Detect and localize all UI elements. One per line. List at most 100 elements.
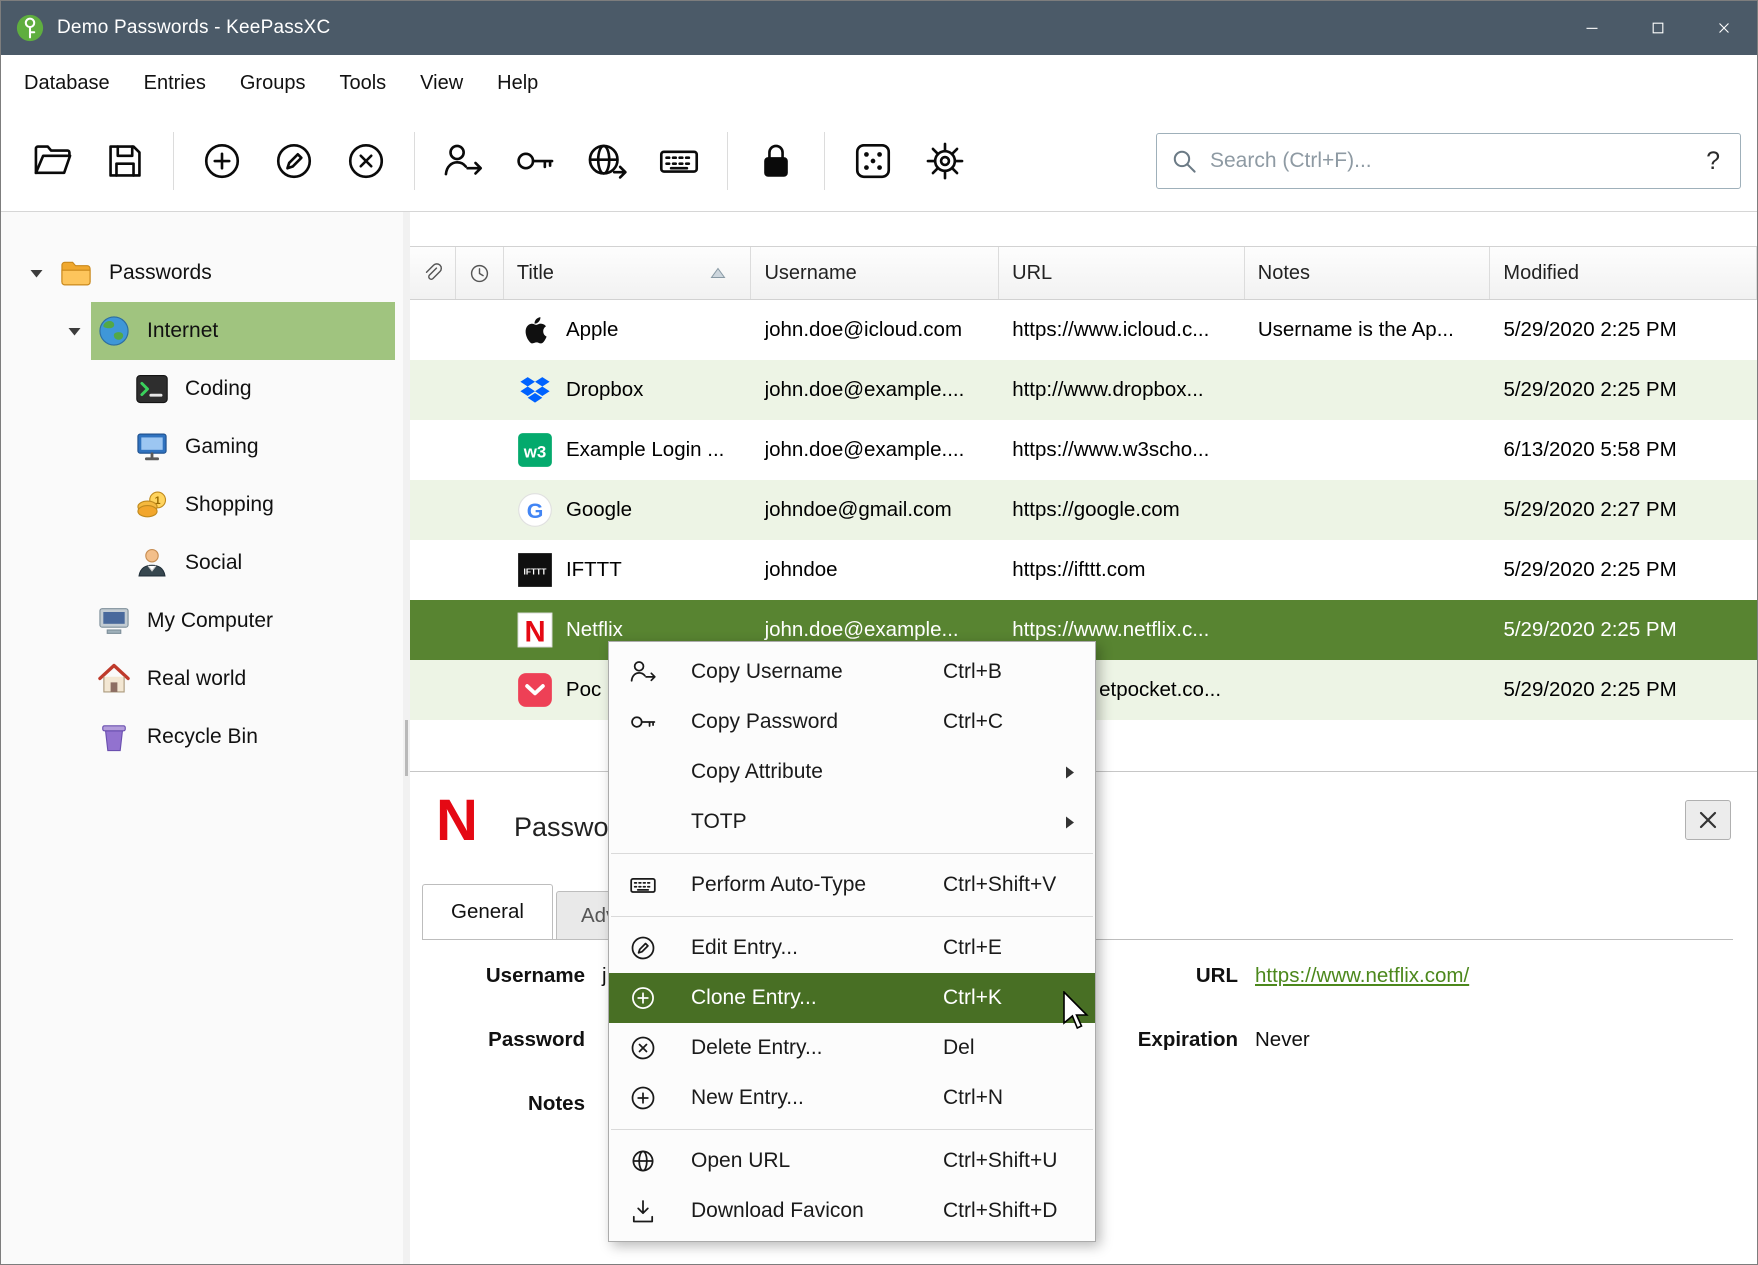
group-row-body: Real world (91, 650, 395, 708)
group-my-computer[interactable]: My Computer (1, 592, 403, 650)
menu-entries[interactable]: Entries (127, 63, 223, 104)
cell-expiry (456, 420, 504, 480)
copy-username-icon (442, 140, 484, 182)
menu-item-shortcut: Ctrl+Shift+V (943, 873, 1065, 897)
group-label: Gaming (185, 435, 259, 459)
entry-row-ifttt[interactable]: IFTTTIFTTTjohndoehttps://ifttt.com5/29/2… (410, 540, 1757, 600)
search-help-button[interactable]: ? (1700, 147, 1726, 176)
cell-title: w3Example Login ... (504, 420, 752, 480)
menu-groups[interactable]: Groups (223, 63, 323, 104)
entry-row-example-login[interactable]: w3Example Login ...john.doe@example....h… (410, 420, 1757, 480)
new-entry-button[interactable] (193, 130, 251, 192)
menu-tools[interactable]: Tools (322, 63, 403, 104)
group-row-body: My Computer (91, 592, 395, 650)
group-row-body: Recycle Bin (91, 708, 395, 766)
column-header-title[interactable]: Title (504, 247, 752, 299)
group-coding[interactable]: Coding (1, 360, 403, 418)
maximize-button[interactable] (1625, 1, 1691, 55)
expander-down-icon[interactable] (57, 326, 91, 337)
context-open-url[interactable]: Open URLCtrl+Shift+U (609, 1136, 1095, 1186)
group-real-world[interactable]: Real world (1, 650, 403, 708)
entry-row-google[interactable]: GGooglejohndoe@gmail.comhttps://google.c… (410, 480, 1757, 540)
column-header-paperclip[interactable] (410, 247, 456, 299)
close-button[interactable] (1691, 1, 1757, 55)
window-controls (1559, 1, 1757, 55)
svg-text:G: G (527, 499, 544, 523)
context-copy-password[interactable]: Copy PasswordCtrl+C (609, 697, 1095, 747)
menu-item-label: Perform Auto-Type (691, 873, 943, 897)
menu-help[interactable]: Help (480, 63, 555, 104)
group-row-body: Coding (129, 360, 395, 418)
copy-username-button[interactable] (434, 130, 492, 192)
svg-text:IFTTT: IFTTT (523, 567, 547, 577)
group-label: Passwords (109, 261, 212, 285)
column-header-url[interactable]: URL (999, 247, 1245, 299)
cell-attachment (410, 480, 456, 540)
copy-password-button[interactable] (506, 130, 564, 192)
column-header-modified[interactable]: Modified (1490, 247, 1757, 299)
cell-notes: Username is the Ap... (1245, 300, 1491, 360)
menu-item-label: New Entry... (691, 1086, 943, 1110)
entry-title: Google (566, 498, 632, 522)
group-shopping[interactable]: 1Shopping (1, 476, 403, 534)
edit-entry-button[interactable] (265, 130, 323, 192)
cell-expiry (456, 600, 504, 660)
context-edit-entry[interactable]: Edit Entry...Ctrl+E (609, 923, 1095, 973)
tab-general[interactable]: General (422, 884, 553, 939)
menu-view[interactable]: View (403, 63, 480, 104)
column-header-notes[interactable]: Notes (1245, 247, 1491, 299)
context-new-entry[interactable]: New Entry...Ctrl+N (609, 1073, 1095, 1123)
settings-icon (924, 140, 966, 182)
delete-entry-button[interactable] (337, 130, 395, 192)
group-passwords[interactable]: Passwords (1, 244, 403, 302)
mouse-cursor-icon (1063, 991, 1089, 1029)
submenu-arrow-icon (1065, 765, 1095, 780)
cell-notes (1245, 600, 1491, 660)
group-internet[interactable]: Internet (1, 302, 403, 360)
lock-database-button[interactable] (747, 130, 805, 192)
cell-attachment (410, 420, 456, 480)
preview-close-button[interactable] (1685, 800, 1731, 840)
cell-username: john.doe@example.... (752, 360, 1000, 420)
entry-row-dropbox[interactable]: Dropboxjohn.doe@example....http://www.dr… (410, 360, 1757, 420)
menu-database[interactable]: Database (7, 63, 127, 104)
cell-url: https://www.w3scho... (999, 420, 1245, 480)
open-database-button[interactable] (24, 130, 82, 192)
password-generator-button[interactable] (844, 130, 902, 192)
group-social[interactable]: Social (1, 534, 403, 592)
context-totp[interactable]: TOTP (609, 797, 1095, 847)
cell-title: Apple (504, 300, 752, 360)
column-header-clock[interactable] (456, 247, 504, 299)
minimize-button[interactable] (1559, 1, 1625, 55)
settings-button[interactable] (916, 130, 974, 192)
cell-expiry (456, 480, 504, 540)
entry-url-link[interactable]: https://www.netflix.com/ (1255, 964, 1469, 987)
context-perform-auto-type[interactable]: Perform Auto-TypeCtrl+Shift+V (609, 860, 1095, 910)
group-gaming[interactable]: Gaming (1, 418, 403, 476)
edit-entry-icon (273, 140, 315, 182)
group-recycle-bin[interactable]: Recycle Bin (1, 708, 403, 766)
context-clone-entry[interactable]: Clone Entry...Ctrl+K (609, 973, 1095, 1023)
column-header-username[interactable]: Username (751, 247, 999, 299)
entry-title: Poc (566, 678, 601, 702)
entry-row-apple[interactable]: Applejohn.doe@icloud.comhttps://www.iclo… (410, 300, 1757, 360)
open-url-button[interactable] (578, 130, 636, 192)
context-delete-entry[interactable]: Delete Entry...Del (609, 1023, 1095, 1073)
group-tree: Passwords InternetCoding Gaming 1ShoppingSo… (1, 212, 403, 1264)
context-download-favicon[interactable]: Download FaviconCtrl+Shift+D (609, 1186, 1095, 1236)
cell-username: johndoe@gmail.com (752, 480, 1000, 540)
search-box[interactable]: ? (1156, 133, 1741, 189)
entry-context-menu: Copy UsernameCtrl+BCopy PasswordCtrl+CCo… (608, 641, 1096, 1242)
column-label: Title (517, 262, 554, 285)
context-copy-attribute[interactable]: Copy Attribute (609, 747, 1095, 797)
delete-entry-icon (345, 140, 387, 182)
tree-table-splitter[interactable] (403, 212, 410, 1264)
search-input[interactable] (1198, 149, 1700, 173)
toolbar-separator (727, 132, 728, 190)
save-database-button[interactable] (96, 130, 154, 192)
menu-item-shortcut: Ctrl+C (943, 710, 1065, 734)
context-copy-username[interactable]: Copy UsernameCtrl+B (609, 647, 1095, 697)
entry-title: Netflix (566, 618, 623, 642)
expander-down-icon[interactable] (19, 268, 53, 279)
perform-auto-type-button[interactable] (650, 130, 708, 192)
